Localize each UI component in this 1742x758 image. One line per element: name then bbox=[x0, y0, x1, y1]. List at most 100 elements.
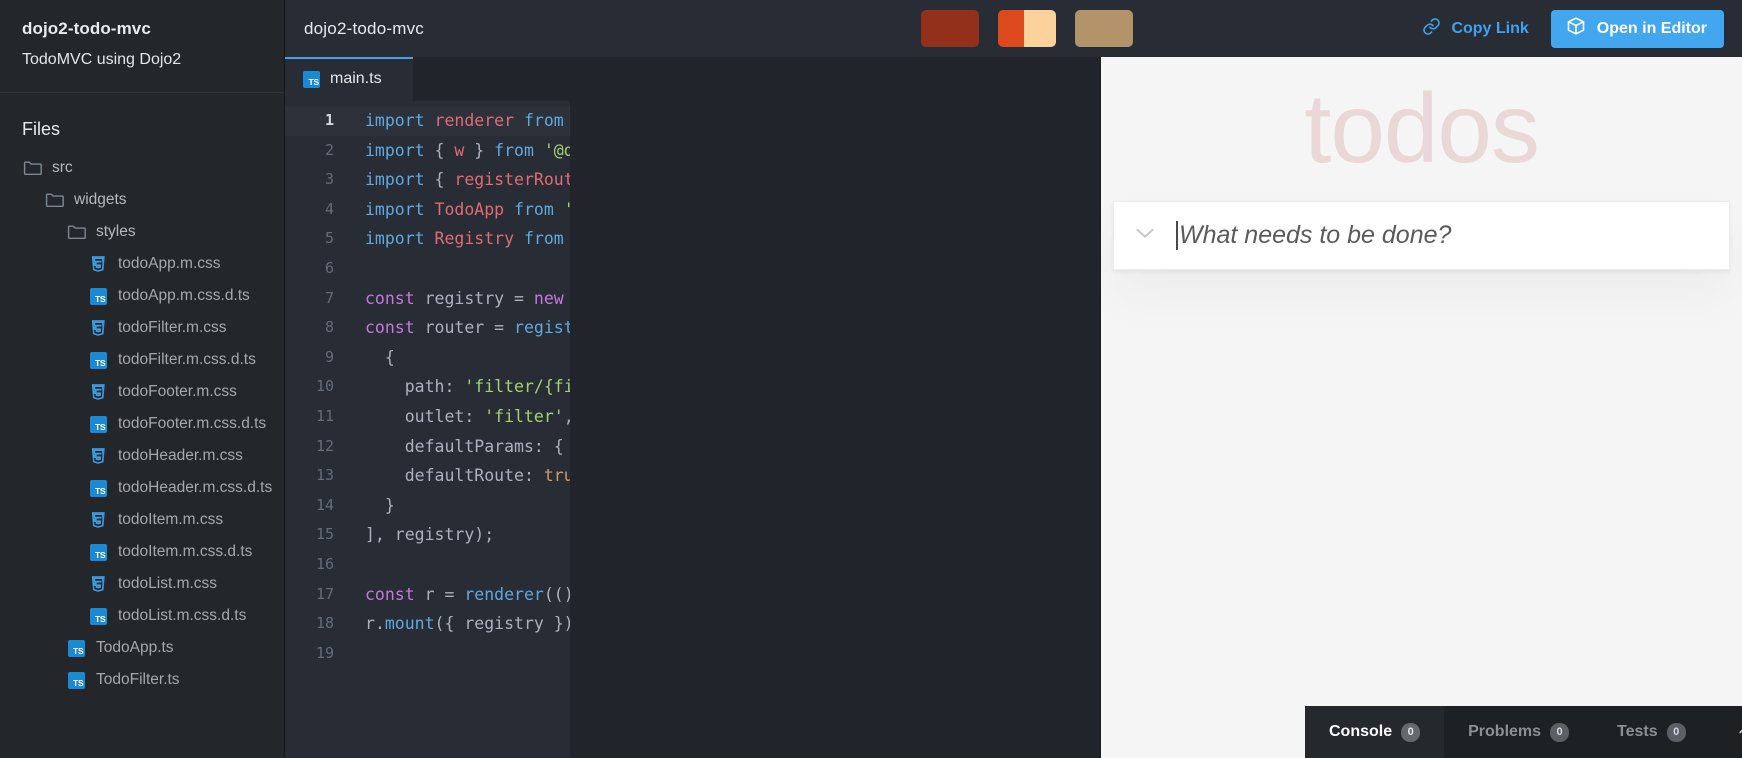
copy-link-button[interactable]: Copy Link bbox=[1422, 17, 1529, 41]
todo-app-title: todos bbox=[1304, 73, 1540, 183]
code-text: outlet: 'filter', bbox=[365, 406, 574, 426]
tree-item-todoitem-m-css[interactable]: todoItem.m.css bbox=[0, 504, 284, 536]
tree-item-todofilter-m-css[interactable]: todoFilter.m.css bbox=[0, 312, 284, 344]
open-in-editor-label: Open in Editor bbox=[1596, 19, 1707, 37]
tree-item-todofilter-m-css-d-ts[interactable]: TS todoFilter.m.css.d.ts bbox=[0, 344, 284, 376]
color-swatch-group bbox=[920, 10, 1133, 47]
color-swatch-1[interactable] bbox=[920, 10, 979, 47]
tree-item-todoheader-m-css-d-ts[interactable]: TS todoHeader.m.css.d.ts bbox=[0, 472, 284, 504]
line-number: 11 bbox=[315, 406, 334, 425]
tree-item-label: TodoFilter.ts bbox=[96, 671, 180, 688]
bottom-panel-bar: Console 0 Problems 0 Tests 0 bbox=[1305, 706, 1742, 758]
css-file-icon bbox=[88, 254, 108, 274]
project-description: TodoMVC using Dojo2 bbox=[22, 51, 182, 68]
panel-tab-group: Console 0 Problems 0 Tests 0 bbox=[1305, 706, 1710, 758]
tree-item-label: todoFilter.m.css.d.ts bbox=[118, 351, 256, 368]
line-number: 8 bbox=[324, 318, 334, 337]
text-caret bbox=[1176, 221, 1178, 250]
tree-item-todoapp-ts[interactable]: TS TodoApp.ts bbox=[0, 632, 284, 664]
panel-collapse-button[interactable] bbox=[1710, 706, 1742, 758]
link-icon bbox=[1422, 17, 1441, 41]
code-text: defaultRoute: true bbox=[365, 466, 584, 486]
panel-tab-console[interactable]: Console 0 bbox=[1305, 706, 1445, 758]
ts-file-icon: TS bbox=[88, 414, 108, 434]
sidebar-header: dojo2-todo-mvc TodoMVC using Dojo2 bbox=[0, 0, 284, 93]
panel-tab-label: Problems bbox=[1468, 723, 1542, 740]
top-toolbar: dojo2-todo-mvc Copy Link Open in Editor bbox=[285, 0, 1742, 57]
cube-icon bbox=[1566, 16, 1586, 41]
tree-item-styles[interactable]: styles bbox=[0, 216, 284, 248]
chevron-up-icon bbox=[1736, 720, 1742, 745]
tree-item-todofilter-ts[interactable]: TS TodoFilter.ts bbox=[0, 664, 284, 696]
tree-item-label: todoList.m.css bbox=[118, 575, 218, 592]
tab-label: main.ts bbox=[330, 70, 382, 87]
line-number: 7 bbox=[324, 288, 334, 307]
line-number: 19 bbox=[315, 643, 334, 662]
tree-item-todoapp-m-css[interactable]: todoApp.m.css bbox=[0, 248, 284, 280]
panel-tab-problems[interactable]: Problems 0 bbox=[1444, 706, 1593, 758]
tree-item-label: TodoApp.ts bbox=[96, 639, 174, 656]
css-file-icon bbox=[88, 382, 108, 402]
tree-item-todolist-m-css-d-ts[interactable]: TS todoList.m.css.d.ts bbox=[0, 600, 284, 632]
tree-item-todoitem-m-css-d-ts[interactable]: TS todoItem.m.css.d.ts bbox=[0, 536, 284, 568]
workspace-title: dojo2-todo-mvc bbox=[304, 18, 424, 38]
css-file-icon bbox=[88, 318, 108, 338]
line-number: 13 bbox=[315, 466, 334, 485]
new-todo-input[interactable]: What needs to be done? bbox=[1176, 221, 1729, 250]
tree-item-label: todoList.m.css.d.ts bbox=[118, 607, 247, 624]
toggle-all-button[interactable] bbox=[1114, 218, 1176, 253]
tree-item-todofooter-m-css[interactable]: todoFooter.m.css bbox=[0, 376, 284, 408]
project-title: dojo2-todo-mvc bbox=[22, 19, 151, 38]
panel-tab-label: Tests bbox=[1617, 723, 1658, 740]
panel-tab-badge: 0 bbox=[1666, 722, 1686, 742]
toolbar-actions: Copy Link Open in Editor bbox=[1422, 9, 1724, 48]
tree-item-label: todoApp.m.css bbox=[118, 255, 221, 272]
folder-icon bbox=[66, 222, 86, 242]
tree-item-todoapp-m-css-d-ts[interactable]: TS todoApp.m.css.d.ts bbox=[0, 280, 284, 312]
tree-item-label: todoFooter.m.css bbox=[118, 383, 237, 400]
copy-link-label: Copy Link bbox=[1451, 19, 1529, 37]
code-text: ], registry); bbox=[365, 525, 495, 545]
open-in-editor-button[interactable]: Open in Editor bbox=[1550, 9, 1724, 48]
tree-item-src[interactable]: src bbox=[0, 152, 284, 184]
chevron-down-icon bbox=[1130, 218, 1160, 253]
tree-item-label: todoHeader.m.css bbox=[118, 447, 243, 464]
line-number: 1 bbox=[324, 111, 334, 129]
panel-tab-label: Console bbox=[1329, 723, 1393, 740]
line-number: 5 bbox=[324, 229, 334, 248]
code-text: { bbox=[365, 347, 395, 367]
code-text: r.mount({ registry }); bbox=[365, 614, 584, 634]
tree-item-label: todoItem.m.css.d.ts bbox=[118, 543, 253, 560]
tree-item-label: todoItem.m.css bbox=[118, 511, 224, 528]
line-number: 10 bbox=[315, 377, 334, 396]
ts-file-icon: TS bbox=[88, 606, 108, 626]
tab-main-ts[interactable]: TS main.ts bbox=[285, 57, 413, 101]
tree-item-todolist-m-css[interactable]: todoList.m.css bbox=[0, 568, 284, 600]
main-area: dojo2-todo-mvc Copy Link Open in Editor … bbox=[285, 0, 1742, 758]
new-todo-row: What needs to be done? bbox=[1113, 201, 1730, 270]
color-swatch-2[interactable] bbox=[997, 10, 1056, 47]
tree-item-todofooter-m-css-d-ts[interactable]: TS todoFooter.m.css.d.ts bbox=[0, 408, 284, 440]
code-text: } bbox=[365, 495, 395, 515]
css-file-icon bbox=[88, 574, 108, 594]
line-number: 18 bbox=[315, 614, 334, 633]
ts-file-icon: TS bbox=[88, 542, 108, 562]
tree-item-widgets[interactable]: widgets bbox=[0, 184, 284, 216]
panel-tab-tests[interactable]: Tests 0 bbox=[1593, 706, 1710, 758]
panel-tab-badge: 0 bbox=[1401, 722, 1421, 742]
todo-app: todos What needs to be done? bbox=[1101, 57, 1742, 758]
ts-file-icon: TS bbox=[88, 478, 108, 498]
css-file-icon bbox=[88, 510, 108, 530]
app-root: dojo2-todo-mvc TodoMVC using Dojo2 Files… bbox=[0, 0, 1742, 758]
line-number: 14 bbox=[315, 495, 334, 514]
color-swatch-3[interactable] bbox=[1074, 10, 1133, 47]
folder-icon bbox=[44, 190, 64, 210]
new-todo-placeholder: What needs to be done? bbox=[1179, 221, 1452, 249]
line-number: 9 bbox=[324, 347, 334, 366]
files-heading: Files bbox=[22, 119, 61, 139]
line-number: 4 bbox=[324, 199, 334, 218]
tree-item-todoheader-m-css[interactable]: todoHeader.m.css bbox=[0, 440, 284, 472]
